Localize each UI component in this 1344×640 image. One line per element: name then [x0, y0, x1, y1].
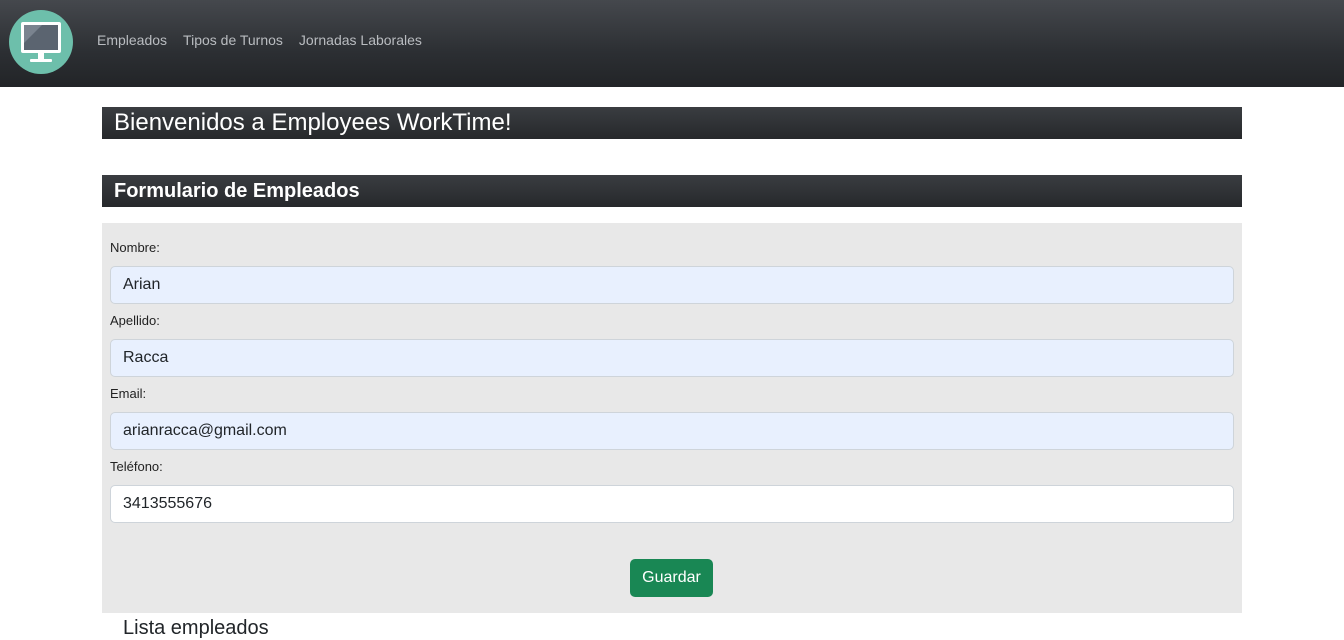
nav-links: Empleados Tipos de Turnos Jornadas Labor…: [97, 32, 422, 48]
nav-link-jornadas-laborales[interactable]: Jornadas Laborales: [299, 32, 422, 48]
nombre-label: Nombre:: [110, 240, 160, 255]
nav-link-tipos-de-turnos[interactable]: Tipos de Turnos: [183, 32, 283, 48]
app-logo[interactable]: [9, 10, 73, 74]
employee-list-title: Lista empleados: [123, 617, 269, 639]
save-button[interactable]: Guardar: [630, 559, 713, 597]
apellido-input[interactable]: [110, 339, 1234, 377]
employee-form: Nombre: Apellido: Email: Teléfono: Guard…: [102, 223, 1242, 613]
nav-link-empleados[interactable]: Empleados: [97, 32, 167, 48]
form-title: Formulario de Empleados: [102, 175, 1242, 207]
email-input[interactable]: [110, 412, 1234, 450]
email-label: Email:: [110, 386, 147, 401]
monitor-icon: [21, 22, 61, 62]
apellido-label: Apellido:: [110, 313, 160, 328]
welcome-heading: Bienvenidos a Employees WorkTime!: [102, 107, 1242, 139]
telefono-input[interactable]: [110, 485, 1234, 523]
top-navbar: Empleados Tipos de Turnos Jornadas Labor…: [0, 0, 1344, 87]
nombre-input[interactable]: [110, 266, 1234, 304]
telefono-label: Teléfono:: [110, 459, 163, 474]
